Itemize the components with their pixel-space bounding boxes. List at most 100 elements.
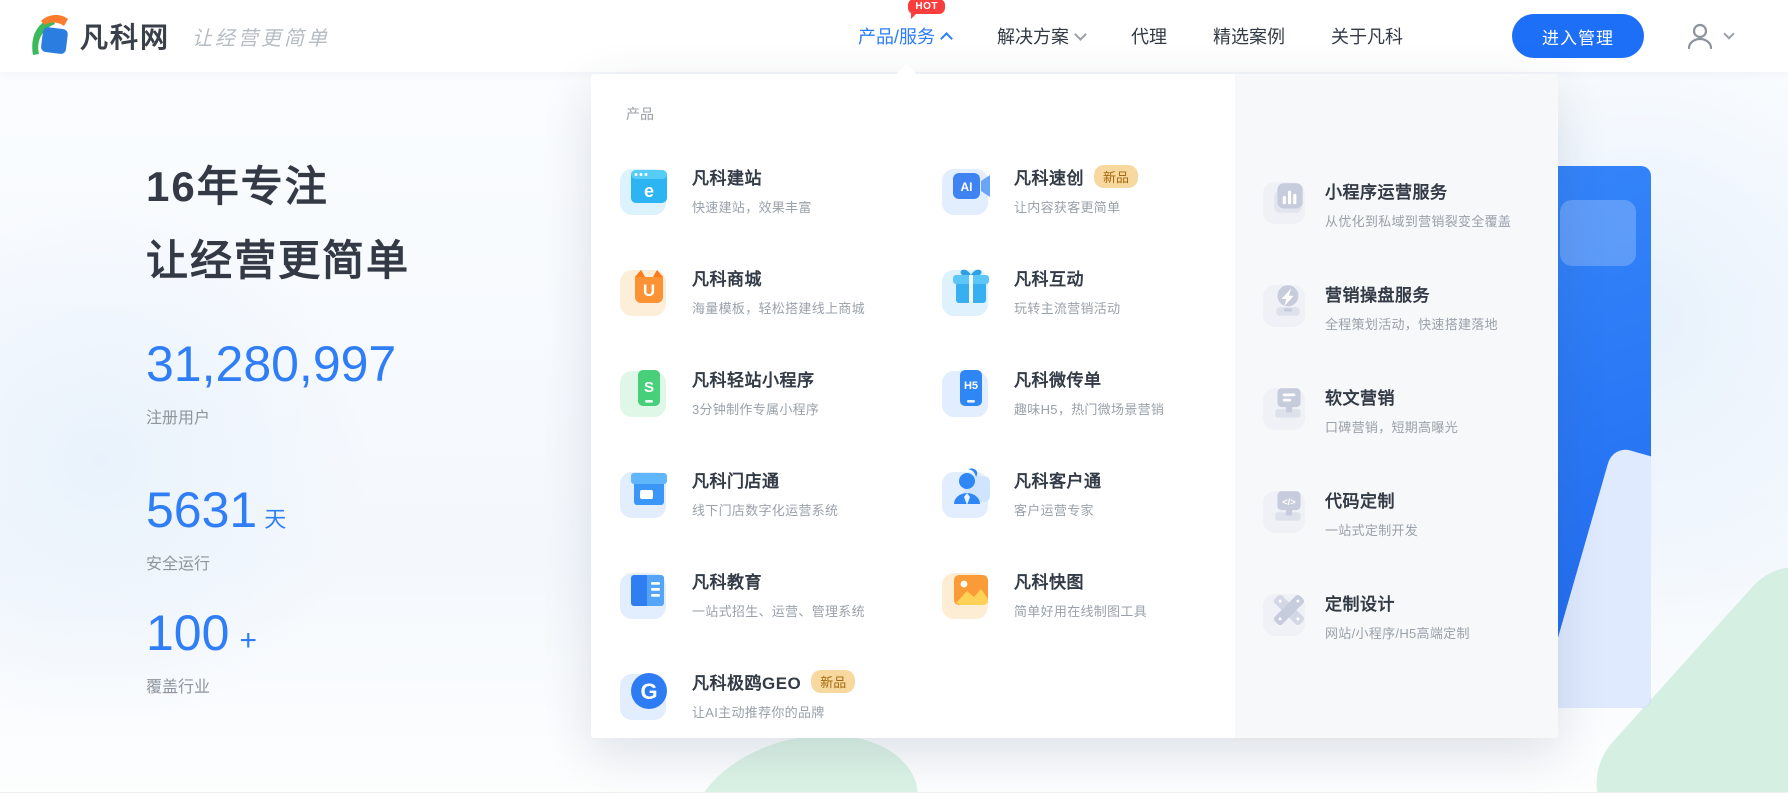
item-desc: 让内容获客更简单 <box>1014 197 1138 216</box>
quick-image-icon <box>948 567 994 613</box>
stat-safe-running-days: 5631 天 安全运行 <box>146 481 286 574</box>
logo-tagline: 让经营更简单 <box>192 22 330 51</box>
item-desc: 全程策划活动，快速搭建落地 <box>1325 314 1498 333</box>
stat-unit: 天 <box>264 507 286 532</box>
item-title: 凡科教育 <box>692 568 762 593</box>
products-section-label: 产品 <box>626 104 654 124</box>
stat-value: 100 <box>146 605 229 661</box>
item-desc: 海量模板，轻松搭建线上商城 <box>692 298 865 317</box>
service-item[interactable]: 定制设计网站/小程序/H5高端定制 <box>1268 589 1550 642</box>
item-desc: 玩转主流营销活动 <box>1014 298 1120 317</box>
website-builder-icon: e <box>626 163 672 209</box>
stat-label: 安全运行 <box>146 550 286 574</box>
h5-flyer-icon: H5 <box>948 365 994 411</box>
geo-icon: G <box>626 668 672 714</box>
nav-item-featured-cases[interactable]: 精选案例 <box>1213 23 1285 49</box>
item-title: 凡科客户通 <box>1014 467 1102 492</box>
nav-item-agency[interactable]: 代理 <box>1131 23 1167 49</box>
nav-item-about[interactable]: 关于凡科 <box>1331 23 1403 49</box>
stat-unit: + <box>239 624 257 657</box>
fanke-logo-icon <box>26 13 72 59</box>
mini-program-icon: S <box>626 365 672 411</box>
ai-create-icon: AI <box>948 163 994 209</box>
item-title: 凡科门店通 <box>692 467 780 492</box>
nav-label: 代理 <box>1131 23 1167 49</box>
stat-value: 5631 <box>146 482 257 538</box>
product-item[interactable]: 凡科客户通客户运营专家 <box>948 466 1248 519</box>
item-desc: 趣味H5，热门微场景营销 <box>1014 399 1164 418</box>
stat-value: 31,280,997 <box>146 336 396 392</box>
user-account-menu[interactable] <box>1684 20 1733 52</box>
product-item[interactable]: 凡科快图简单好用在线制图工具 <box>948 567 1248 620</box>
service-item[interactable]: 营销操盘服务全程策划活动，快速搭建落地 <box>1268 280 1550 333</box>
item-title: 凡科速创 <box>1014 164 1084 189</box>
article-marketing-icon <box>1268 383 1310 425</box>
stat-industries-covered: 100 + 覆盖行业 <box>146 604 257 697</box>
custom-design-icon <box>1268 589 1310 631</box>
item-title: 凡科微传单 <box>1014 366 1102 391</box>
chevron-down-icon <box>1723 28 1734 39</box>
hero-title-line1: 16年专注 <box>146 150 410 224</box>
hero-title-line2: 让经营更简单 <box>146 224 410 298</box>
page: 16年专注 让经营更简单 31,280,997 注册用户 5631天 安全运行 … <box>0 0 1788 799</box>
item-desc: 线下门店数字化运营系统 <box>692 500 838 519</box>
mall-icon: U <box>626 264 672 310</box>
item-desc: 从优化到私域到营销裂变全覆盖 <box>1325 211 1511 230</box>
item-desc: 快速建站，效果丰富 <box>692 197 812 216</box>
product-item[interactable]: U 凡科商城海量模板，轻松搭建线上商城 <box>626 264 926 317</box>
item-title: 凡科建站 <box>692 164 762 189</box>
item-title: 营销操盘服务 <box>1325 281 1430 306</box>
miniapp-operation-icon <box>1268 177 1310 219</box>
section-divider <box>0 792 1788 799</box>
product-item[interactable]: G凡科极鸥GEO新品让AI主动推荐你的品牌 <box>626 668 926 721</box>
item-desc: 3分钟制作专属小程序 <box>692 399 819 418</box>
main-nav: HOT 产品/服务 解决方案 代理 精选案例 关于凡科 <box>858 0 1403 72</box>
services-list: 小程序运营服务从优化到私域到营销裂变全覆盖营销操盘服务全程策划活动，快速搭建落地… <box>1268 177 1550 692</box>
svg-text:</>: </> <box>1282 497 1296 508</box>
product-item[interactable]: 凡科门店通线下门店数字化运营系统 <box>626 466 926 519</box>
service-item[interactable]: 软文营销口碑营销，短期高曝光 <box>1268 383 1550 436</box>
svg-text:G: G <box>640 679 657 704</box>
products-column-1: e 凡科建站快速建站，效果丰富 U 凡科商城海量模板，轻松搭建线上商城 S 凡科轻站小程序… <box>626 163 926 769</box>
education-icon <box>626 567 672 613</box>
product-item[interactable]: e 凡科建站快速建站，效果丰富 <box>626 163 926 216</box>
item-title: 小程序运营服务 <box>1325 178 1448 203</box>
item-title: 软文营销 <box>1325 384 1395 409</box>
nav-item-products-services[interactable]: HOT 产品/服务 <box>858 23 951 49</box>
hero-title: 16年专注 让经营更简单 <box>146 150 410 298</box>
item-title: 定制设计 <box>1325 590 1395 615</box>
marketing-ops-icon <box>1268 280 1310 322</box>
item-desc: 口碑营销，短期高曝光 <box>1325 417 1458 436</box>
item-desc: 让AI主动推荐你的品牌 <box>692 702 855 721</box>
service-item[interactable]: </>代码定制一站式定制开发 <box>1268 486 1550 539</box>
products-services-dropdown: 产品 服务 e凡科建站快速建站，效果丰富U凡科商城海量模板，轻松搭建线上商城S凡… <box>591 74 1558 738</box>
item-title: 凡科极鸥GEO <box>692 669 801 694</box>
item-desc: 网站/小程序/H5高端定制 <box>1325 623 1470 642</box>
item-title: 凡科轻站小程序 <box>692 366 815 391</box>
promo-panel-decor <box>1560 200 1636 266</box>
service-item[interactable]: 小程序运营服务从优化到私域到营销裂变全覆盖 <box>1268 177 1550 230</box>
logo-text: 凡科网 <box>80 16 170 56</box>
chevron-up-icon <box>940 32 953 45</box>
stat-label: 覆盖行业 <box>146 673 257 697</box>
svg-text:AI: AI <box>961 180 973 194</box>
product-item[interactable]: S 凡科轻站小程序 3分钟制作专属小程序 <box>626 365 926 418</box>
logo[interactable]: 凡科网 让经营更简单 <box>26 13 330 59</box>
product-item[interactable]: AI凡科速创新品让内容获客更简单 <box>948 163 1248 216</box>
nav-label: 解决方案 <box>997 23 1069 49</box>
item-desc: 简单好用在线制图工具 <box>1014 601 1147 620</box>
item-title: 凡科快图 <box>1014 568 1084 593</box>
products-column-2: AI凡科速创新品让内容获客更简单凡科互动玩转主流营销活动H5凡科微传单趣味H5，… <box>948 163 1248 668</box>
top-navbar: 凡科网 让经营更简单 HOT 产品/服务 解决方案 代理 精选案例 关于凡科 <box>0 0 1788 72</box>
hot-badge: HOT <box>908 0 945 14</box>
item-desc: 一站式招生、运营、管理系统 <box>692 601 865 620</box>
item-title: 凡科商城 <box>692 265 762 290</box>
svg-text:U: U <box>643 281 655 300</box>
stat-label: 注册用户 <box>146 404 396 428</box>
item-title: 代码定制 <box>1325 487 1395 512</box>
nav-item-solutions[interactable]: 解决方案 <box>997 23 1085 49</box>
product-item[interactable]: 凡科教育一站式招生、运营、管理系统 <box>626 567 926 620</box>
product-item[interactable]: 凡科互动玩转主流营销活动 <box>948 264 1248 317</box>
enter-admin-button[interactable]: 进入管理 <box>1512 14 1644 58</box>
product-item[interactable]: H5 凡科微传单趣味H5，热门微场景营销 <box>948 365 1248 418</box>
